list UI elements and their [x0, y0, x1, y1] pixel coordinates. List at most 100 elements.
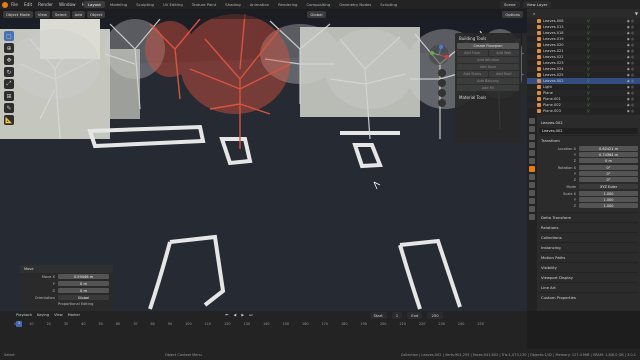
sidebar-tab[interactable]: [522, 75, 527, 95]
orientation-selector[interactable]: Global: [307, 10, 326, 18]
scene-field[interactable]: Scene: [500, 1, 520, 8]
camera-view-icon[interactable]: [438, 89, 446, 97]
visibility-icon[interactable]: ◉ ◎: [627, 79, 634, 83]
mode-selector[interactable]: Object Mode: [3, 10, 33, 18]
rotate-icon[interactable]: ↻: [4, 67, 14, 77]
transform-icon[interactable]: ⊞: [4, 91, 14, 101]
object-menu[interactable]: Object: [87, 10, 106, 18]
object-tab-icon[interactable]: [529, 166, 535, 172]
render-tab-icon[interactable]: [529, 126, 535, 132]
zoom-icon[interactable]: [438, 69, 446, 77]
sidebar-tab[interactable]: [522, 33, 527, 53]
add-stairs-button[interactable]: Add Stairs: [457, 71, 488, 77]
tab-scripting[interactable]: Scripting: [376, 1, 401, 8]
object-name-field[interactable]: Leaves.002: [539, 128, 638, 134]
visibility-icon[interactable]: ◉ ◎: [627, 67, 634, 71]
perspective-toggle-icon[interactable]: [438, 99, 446, 107]
visibility-icon[interactable]: ◉ ◎: [627, 85, 634, 89]
menu-render[interactable]: Render: [38, 2, 53, 7]
cursor-icon[interactable]: ⊕: [4, 43, 14, 53]
tab-compositing[interactable]: Compositing: [302, 1, 334, 8]
move-value-field[interactable]: 0 m: [58, 281, 109, 286]
constraints-tab-icon[interactable]: [529, 198, 535, 204]
playback-menu[interactable]: Playback: [16, 313, 32, 317]
marker-menu[interactable]: Marker: [68, 313, 80, 317]
3d-viewport[interactable]: Object Mode View Select Add Object Globa…: [0, 9, 527, 311]
menu-edit[interactable]: Edit: [24, 2, 32, 7]
tab-sculpting[interactable]: Sculpting: [132, 1, 158, 8]
view-layer-tab-icon[interactable]: [529, 142, 535, 148]
property-value-field[interactable]: 0°: [579, 165, 638, 170]
scene-tab-icon[interactable]: [529, 150, 535, 156]
keying-menu[interactable]: Keying: [37, 313, 49, 317]
visibility-icon[interactable]: ◉ ◎: [627, 25, 634, 29]
data-tab-icon[interactable]: [529, 206, 535, 212]
modifier-tab-icon[interactable]: [529, 174, 535, 180]
motion-paths-section-header[interactable]: Motion Paths: [539, 252, 638, 262]
tab-uv-editing[interactable]: UV Editing: [159, 1, 187, 8]
view-menu-timeline[interactable]: View: [54, 313, 63, 317]
property-value-field[interactable]: 0 m: [579, 158, 638, 163]
line-art-section-header[interactable]: Line Art: [539, 282, 638, 292]
sidebar-tab[interactable]: [522, 54, 527, 74]
options-menu[interactable]: Options: [502, 10, 523, 18]
rotation-mode-dropdown[interactable]: XYZ Euler: [579, 184, 638, 189]
tab-modeling[interactable]: Modeling: [106, 1, 131, 8]
visibility-icon[interactable]: ◉ ◎: [627, 31, 634, 35]
playback-controls-icon[interactable]: ⏮ ◀ ▶ ⏭: [225, 313, 254, 317]
property-value-field[interactable]: 0°: [579, 177, 638, 182]
tab-rendering[interactable]: Rendering: [274, 1, 301, 8]
particles-tab-icon[interactable]: [529, 182, 535, 188]
visibility-icon[interactable]: ◉ ◎: [627, 55, 634, 59]
property-value-field[interactable]: 1.000: [579, 191, 638, 196]
end-frame-field[interactable]: 250: [427, 311, 443, 319]
pan-icon[interactable]: [438, 79, 446, 87]
tab-animation[interactable]: Animation: [246, 1, 273, 8]
navigation-gizmo-icon[interactable]: [428, 44, 450, 66]
visibility-icon[interactable]: ◉ ◎: [627, 49, 634, 53]
timeline-ruler[interactable]: 0102030405060708090100110120130140150160…: [14, 322, 484, 326]
move-value-field[interactable]: 0 m: [58, 288, 109, 293]
visibility-icon[interactable]: ◉ ◎: [627, 43, 634, 47]
visibility-icon[interactable]: ◉ ◎: [627, 73, 634, 77]
outliner-search-input[interactable]: ⌕: [529, 10, 633, 17]
add-balcony-button[interactable]: Add Balcony: [457, 78, 519, 84]
add-door-button[interactable]: Add Door: [457, 64, 519, 70]
add-floor-button[interactable]: Add Floor: [457, 50, 488, 56]
visibility-icon[interactable]: ◉ ◎: [627, 61, 634, 65]
add-window-button[interactable]: Add Window: [457, 57, 519, 63]
relations-section-header[interactable]: Relations: [539, 222, 638, 232]
create-floorplan-button[interactable]: Create Floorplan: [457, 43, 519, 49]
visibility-icon[interactable]: ◉ ◎: [627, 97, 634, 101]
visibility-icon[interactable]: ◉ ◎: [627, 91, 634, 95]
viewport-display-section-header[interactable]: Viewport Display: [539, 272, 638, 282]
view-menu[interactable]: View: [34, 10, 50, 18]
playhead[interactable]: 1: [16, 321, 22, 327]
collections-section-header[interactable]: Collections: [539, 232, 638, 242]
move-icon[interactable]: ✥: [4, 55, 14, 65]
visibility-icon[interactable]: ◉ ◎: [627, 103, 634, 107]
transform-section-header[interactable]: Transform: [539, 135, 638, 145]
property-value-field[interactable]: 0.62421 m: [579, 146, 638, 151]
custom-properties-section-header[interactable]: Custom Properties: [539, 292, 638, 302]
measure-icon[interactable]: 📐: [4, 115, 14, 125]
add-roof-button[interactable]: Add Roof: [488, 71, 519, 77]
proportional-editing-checkbox[interactable]: Proportional Editing: [58, 302, 109, 306]
property-value-field[interactable]: 1.000: [579, 203, 638, 208]
tab-geometry-nodes[interactable]: Geometry Nodes: [335, 1, 375, 8]
orientation-dropdown[interactable]: Global: [58, 295, 109, 300]
scale-icon[interactable]: ⤢: [4, 79, 14, 89]
start-frame-field[interactable]: 1: [391, 311, 403, 319]
add-menu[interactable]: Add: [71, 10, 86, 18]
annotate-icon[interactable]: ✎: [4, 103, 14, 113]
material-tools-header[interactable]: Material Tools: [457, 94, 519, 101]
move-value-field[interactable]: 0.59446 m: [58, 274, 109, 279]
visibility-icon[interactable]: ◉ ◎: [627, 37, 634, 41]
building-tools-header[interactable]: Building Tools: [457, 35, 519, 42]
tab-layout[interactable]: Layout: [84, 1, 105, 8]
add-fill-button[interactable]: Add Fill: [457, 85, 519, 91]
tab-texture-paint[interactable]: Texture Paint: [188, 1, 221, 8]
menu-file[interactable]: File: [11, 2, 18, 7]
delta-transform-section-header[interactable]: Delta Transform: [539, 212, 638, 222]
select-menu[interactable]: Select: [51, 10, 70, 18]
